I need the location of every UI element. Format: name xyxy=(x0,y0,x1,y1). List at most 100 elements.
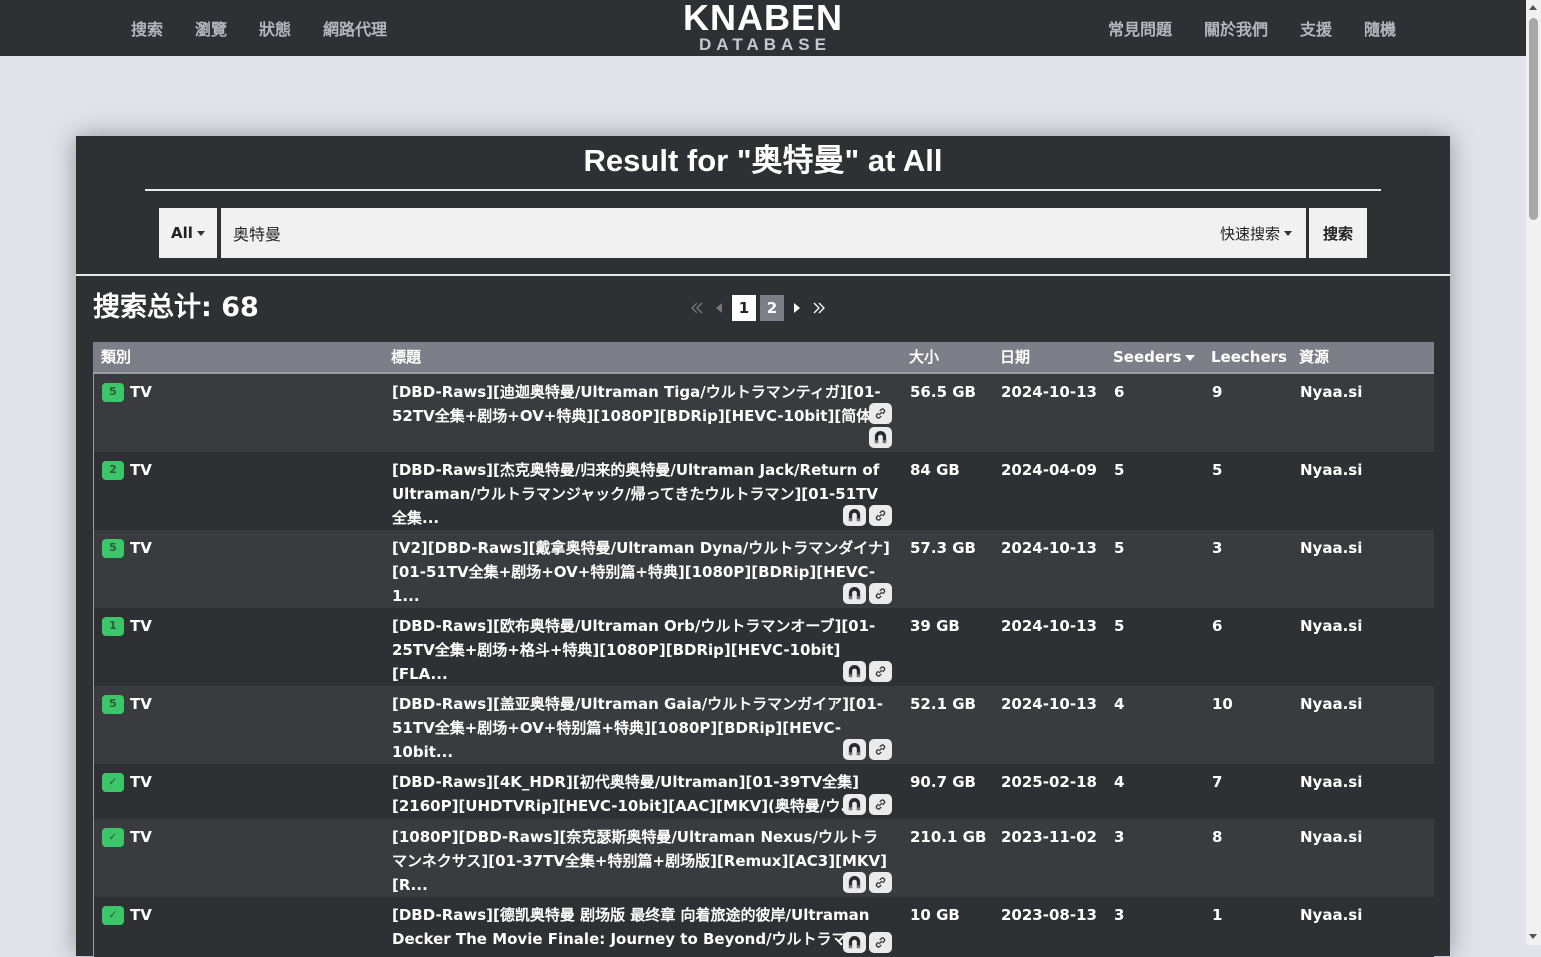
scroll-up-icon[interactable] xyxy=(1529,5,1537,10)
nav-support[interactable]: 支援 xyxy=(1284,16,1348,40)
row-badge: ✓ xyxy=(102,772,124,792)
row-leechers: 3 xyxy=(1212,539,1223,557)
row-category[interactable]: ✓ TV xyxy=(102,770,152,794)
row-date: 2025-02-18 xyxy=(1001,773,1097,791)
row-leechers: 1 xyxy=(1212,906,1223,924)
magnet-icon[interactable] xyxy=(843,661,866,682)
row-size: 90.7 GB xyxy=(910,773,976,791)
magnet-icon[interactable] xyxy=(843,739,866,760)
col-size[interactable]: 大小 xyxy=(909,342,939,372)
next-page-icon[interactable] xyxy=(786,295,808,321)
row-title[interactable]: [DBD-Raws][4K_HDR][初代奥特曼/Ultraman][01-39… xyxy=(392,770,892,818)
row-category-label: TV xyxy=(130,773,152,791)
table-row: ✓ TV [1080P][DBD-Raws][奈克瑟斯奥特曼/Ultraman … xyxy=(93,819,1434,897)
col-category[interactable]: 類別 xyxy=(101,342,131,372)
magnet-icon[interactable] xyxy=(843,794,866,815)
search-input[interactable] xyxy=(221,208,1306,258)
row-source[interactable]: Nyaa.si xyxy=(1300,614,1362,638)
row-action-icons xyxy=(843,583,892,604)
row-title[interactable]: [DBD-Raws][迪迦奥特曼/Ultraman Tiga/ウルトラマンティガ… xyxy=(392,380,892,428)
link-icon[interactable] xyxy=(869,932,892,953)
col-seeders[interactable]: Seeders xyxy=(1113,342,1196,372)
row-source[interactable]: Nyaa.si xyxy=(1300,380,1362,404)
nav-left: 搜索 瀏覽 狀態 網路代理 xyxy=(115,0,403,56)
table-row: 2 TV [DBD-Raws][杰克奥特曼/归来的奥特曼/Ultraman Ja… xyxy=(93,452,1434,530)
row-size: 210.1 GB xyxy=(910,828,987,846)
col-title[interactable]: 標題 xyxy=(391,342,421,372)
magnet-icon[interactable] xyxy=(869,427,892,448)
magnet-icon[interactable] xyxy=(843,505,866,526)
scrollbar-thumb[interactable] xyxy=(1529,18,1538,220)
row-title[interactable]: [DBD-Raws][德凯奥特曼 剧场版 最终章 向着旅途的彼岸/Ultrama… xyxy=(392,903,892,951)
row-seeders: 4 xyxy=(1114,695,1125,713)
link-icon[interactable] xyxy=(869,403,892,424)
col-date[interactable]: 日期 xyxy=(1000,342,1030,372)
row-leechers: 9 xyxy=(1212,383,1223,401)
row-title[interactable]: [DBD-Raws][欧布奥特曼/Ultraman Orb/ウルトラマンオーブ]… xyxy=(392,614,892,686)
last-page-icon[interactable] xyxy=(808,295,830,321)
row-seeders: 5 xyxy=(1114,461,1125,479)
row-category[interactable]: 1 TV xyxy=(102,614,152,638)
row-category[interactable]: ✓ TV xyxy=(102,903,152,927)
row-date: 2023-08-13 xyxy=(1001,906,1097,924)
nav-browse[interactable]: 瀏覽 xyxy=(179,16,243,40)
row-title[interactable]: [1080P][DBD-Raws][奈克瑟斯奥特曼/Ultraman Nexus… xyxy=(392,825,892,897)
row-leechers: 7 xyxy=(1212,773,1223,791)
col-source[interactable]: 資源 xyxy=(1299,342,1329,372)
link-icon[interactable] xyxy=(869,505,892,526)
nav-faq[interactable]: 常見問題 xyxy=(1092,16,1188,40)
search-button[interactable]: 搜索 xyxy=(1309,208,1367,258)
row-title[interactable]: [V2][DBD-Raws][戴拿奥特曼/Ultraman Dyna/ウルトラマ… xyxy=(392,536,892,608)
nav-status[interactable]: 狀態 xyxy=(243,16,307,40)
link-icon[interactable] xyxy=(869,872,892,893)
row-category[interactable]: 5 TV xyxy=(102,536,152,560)
results-title: Result for "奥特曼" at All xyxy=(583,143,943,178)
nav-random[interactable]: 隨機 xyxy=(1348,16,1412,40)
link-icon[interactable] xyxy=(869,739,892,760)
site-logo[interactable]: KNABEN DATABASE xyxy=(668,0,858,56)
row-leechers: 5 xyxy=(1212,461,1223,479)
row-source[interactable]: Nyaa.si xyxy=(1300,903,1362,927)
row-source[interactable]: Nyaa.si xyxy=(1300,770,1362,794)
row-source[interactable]: Nyaa.si xyxy=(1300,692,1362,716)
page-scrollbar[interactable] xyxy=(1526,0,1541,945)
row-title-cell: [DBD-Raws][盖亚奥特曼/Ultraman Gaia/ウルトラマンガイア… xyxy=(392,692,892,764)
link-icon[interactable] xyxy=(869,794,892,815)
link-icon[interactable] xyxy=(869,661,892,682)
row-category[interactable]: 5 TV xyxy=(102,380,152,404)
table-row: 1 TV [DBD-Raws][欧布奥特曼/Ultraman Orb/ウルトラマ… xyxy=(93,608,1434,686)
magnet-icon[interactable] xyxy=(843,583,866,604)
nav-about[interactable]: 關於我們 xyxy=(1188,16,1284,40)
nav-proxy[interactable]: 網路代理 xyxy=(307,16,403,40)
row-action-icons xyxy=(843,505,892,526)
magnet-icon[interactable] xyxy=(843,932,866,953)
row-category-label: TV xyxy=(130,539,152,557)
link-icon[interactable] xyxy=(869,583,892,604)
row-title-cell: [DBD-Raws][迪迦奥特曼/Ultraman Tiga/ウルトラマンティガ… xyxy=(392,380,892,452)
nav-search[interactable]: 搜索 xyxy=(115,16,179,40)
row-category-label: TV xyxy=(130,617,152,635)
table-row: 5 TV [V2][DBD-Raws][戴拿奥特曼/Ultraman Dyna/… xyxy=(93,530,1434,608)
scroll-down-icon[interactable] xyxy=(1529,934,1537,939)
row-category[interactable]: 5 TV xyxy=(102,692,152,716)
row-action-icons xyxy=(843,794,892,815)
row-title[interactable]: [DBD-Raws][盖亚奥特曼/Ultraman Gaia/ウルトラマンガイア… xyxy=(392,692,892,764)
row-source[interactable]: Nyaa.si xyxy=(1300,458,1362,482)
row-action-icons xyxy=(843,932,892,953)
prev-page-icon[interactable] xyxy=(708,295,730,321)
row-action-icons xyxy=(843,661,892,682)
row-source[interactable]: Nyaa.si xyxy=(1300,536,1362,560)
row-date: 2024-04-09 xyxy=(1001,461,1097,479)
row-source[interactable]: Nyaa.si xyxy=(1300,825,1362,849)
row-category[interactable]: 2 TV xyxy=(102,458,152,482)
page-2[interactable]: 2 xyxy=(760,295,784,321)
col-leechers[interactable]: Leechers xyxy=(1211,342,1287,372)
category-dropdown[interactable]: All xyxy=(159,208,217,258)
row-title[interactable]: [DBD-Raws][杰克奥特曼/归来的奥特曼/Ultraman Jack/Re… xyxy=(392,458,892,530)
page-1[interactable]: 1 xyxy=(732,295,756,321)
table-body: 5 TV [DBD-Raws][迪迦奥特曼/Ultraman Tiga/ウルトラ… xyxy=(93,374,1434,957)
quick-search-dropdown[interactable]: 快速搜索 xyxy=(1206,208,1306,258)
row-category[interactable]: ✓ TV xyxy=(102,825,152,849)
magnet-icon[interactable] xyxy=(843,872,866,893)
first-page-icon[interactable] xyxy=(686,295,708,321)
